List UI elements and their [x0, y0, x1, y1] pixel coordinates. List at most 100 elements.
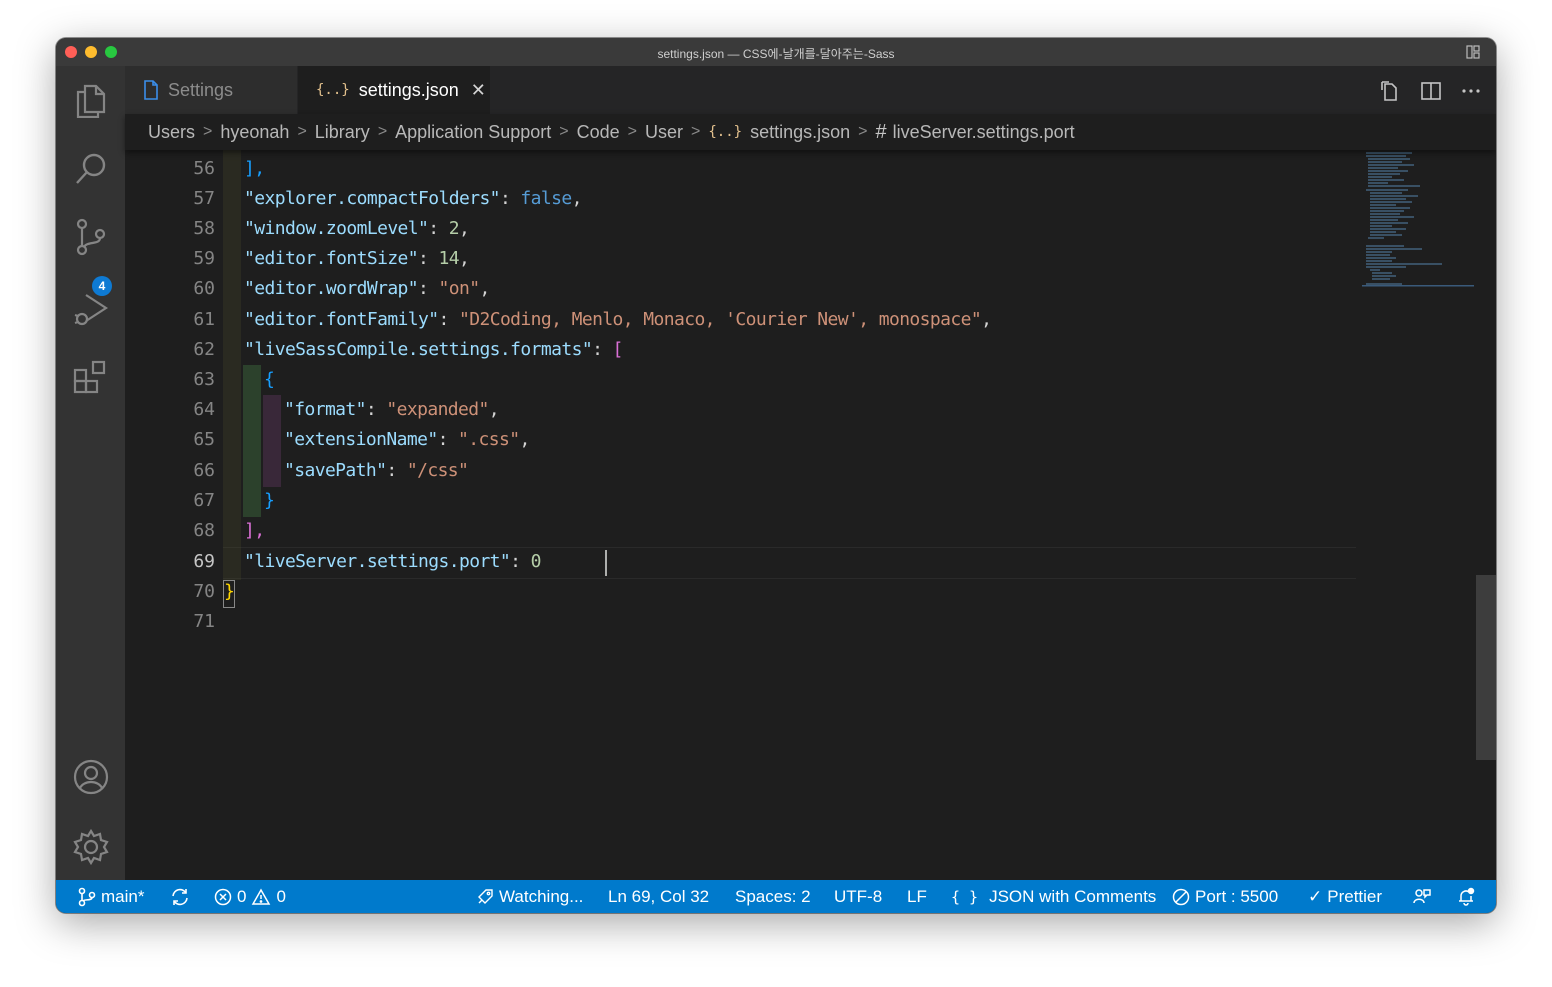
explorer-icon[interactable] [70, 78, 112, 120]
chevron-right-icon: > [297, 123, 307, 140]
watching-label: Watching... [499, 886, 584, 906]
chevron-right-icon: > [691, 123, 701, 140]
vertical-scrollbar[interactable] [1476, 150, 1496, 880]
line-number: 67 [193, 490, 215, 511]
chevron-right-icon: > [559, 123, 569, 140]
code-line: "window.zoomLevel": 2, [244, 218, 470, 239]
line-number: 68 [193, 520, 215, 541]
braces-icon: { } [951, 887, 979, 906]
tab-bar: Settings {..} settings.json ✕ [125, 66, 1496, 114]
encoding-status[interactable]: UTF-8 [834, 880, 882, 913]
run-and-debug-icon[interactable] [70, 288, 112, 330]
status-bar: main* 0 0 Watching... Ln 69, Col 32 Spac… [56, 880, 1496, 913]
code-line: "editor.wordWrap": "on", [244, 278, 490, 299]
json-file-icon: {..} [316, 82, 350, 98]
warning-count: 0 [276, 886, 286, 906]
activity-bar: 4 [56, 66, 125, 880]
split-editor-icon[interactable] [1420, 80, 1442, 107]
code-line: "liveSassCompile.settings.formats": [ [244, 339, 623, 360]
number-symbol-icon: # [875, 120, 887, 143]
line-number: 66 [193, 460, 215, 481]
line-number: 71 [193, 611, 215, 632]
source-control-icon[interactable] [70, 216, 112, 258]
indent-guide [223, 150, 241, 580]
notifications-bell-icon[interactable] [1456, 880, 1476, 913]
code-editor[interactable]: 56 57 58 59 60 61 62 63 64 65 66 67 68 6… [125, 150, 1496, 880]
extensions-icon[interactable] [70, 356, 112, 398]
text-cursor [605, 550, 607, 576]
line-number: 59 [193, 248, 215, 269]
chevron-right-icon: > [858, 123, 868, 140]
code-line: "editor.fontFamily": "D2Coding, Menlo, M… [244, 309, 992, 330]
breadcrumb-item[interactable]: Library [315, 122, 370, 143]
prettier-status[interactable]: ✓ Prettier [1308, 880, 1382, 913]
manage-gear-icon[interactable] [70, 826, 112, 868]
code-line: ], [244, 158, 265, 179]
breadcrumb-item[interactable]: Users [148, 122, 195, 143]
code-line: "savePath": "/css" [284, 460, 469, 481]
breadcrumb-symbol[interactable]: liveServer.settings.port [893, 122, 1075, 143]
line-number: 56 [193, 158, 215, 179]
code-line: "format": "expanded", [284, 399, 500, 420]
problems-status[interactable]: 0 0 [214, 880, 286, 913]
line-number: 61 [193, 309, 215, 330]
open-settings-ui-icon[interactable] [1380, 80, 1402, 107]
code-line: "explorer.compactFolders": false, [244, 188, 582, 209]
prettier-label: Prettier [1327, 886, 1383, 906]
eol-status[interactable]: LF [907, 880, 927, 913]
code-line-current: "liveServer.settings.port": 0 [244, 551, 542, 572]
feedback-icon[interactable] [1412, 880, 1432, 913]
customize-layout-icon[interactable] [1466, 45, 1480, 64]
minimap[interactable] [1362, 150, 1474, 290]
breadcrumb-item[interactable]: hyeonah [220, 122, 289, 143]
editor-actions [1380, 80, 1482, 107]
search-icon[interactable] [70, 148, 112, 190]
chevron-right-icon: > [377, 123, 388, 140]
error-count: 0 [237, 886, 247, 906]
port-label: Port : 5500 [1195, 886, 1279, 906]
tab-settings-json[interactable]: {..} settings.json ✕ [298, 66, 490, 114]
branch-name: main* [101, 886, 145, 906]
code-line: { [264, 369, 275, 390]
watching-status[interactable]: Watching... [476, 880, 583, 913]
chevron-right-icon: > [627, 123, 637, 140]
indent-guide [243, 365, 261, 517]
breadcrumb-file[interactable]: settings.json [750, 122, 850, 143]
breadcrumb-item[interactable]: Application Support [395, 122, 551, 143]
indent-guide [263, 395, 281, 487]
check-icon: ✓ [1308, 886, 1323, 906]
title-bar: settings.json — CSS에-날개를-달아주는-Sass [56, 38, 1496, 67]
line-number-current: 69 [193, 551, 215, 572]
close-tab-icon[interactable]: ✕ [471, 80, 486, 101]
line-number: 65 [193, 429, 215, 450]
code-line: ], [244, 520, 265, 541]
line-number: 64 [193, 399, 215, 420]
breadcrumb-item[interactable]: User [645, 122, 683, 143]
scrollbar-thumb[interactable] [1476, 575, 1496, 760]
line-number: 70 [193, 581, 215, 602]
indentation-status[interactable]: Spaces: 2 [735, 880, 811, 913]
line-number: 63 [193, 369, 215, 390]
breadcrumb-item[interactable]: Code [577, 122, 620, 143]
live-server-port[interactable]: Port : 5500 [1172, 880, 1278, 913]
code-line: } [224, 581, 235, 602]
tab-settings[interactable]: Settings [125, 66, 297, 114]
json-file-icon: {..} [708, 124, 743, 140]
chevron-right-icon: > [203, 123, 213, 140]
window-title: settings.json — CSS에-날개를-달아주는-Sass [657, 47, 895, 61]
line-number: 62 [193, 339, 215, 360]
language-mode[interactable]: { } JSON with Comments [951, 880, 1156, 913]
accounts-icon[interactable] [70, 756, 112, 798]
file-icon [143, 80, 159, 100]
sync-icon[interactable] [170, 880, 190, 913]
code-line: "extensionName": ".css", [284, 429, 530, 450]
language-label: JSON with Comments [989, 886, 1157, 906]
cursor-position[interactable]: Ln 69, Col 32 [608, 880, 709, 913]
vscode-window: settings.json — CSS에-날개를-달아주는-Sass 4 Set… [56, 38, 1496, 913]
breadcrumb: Users > hyeonah > Library > Application … [125, 114, 1496, 150]
line-number: 58 [193, 218, 215, 239]
tab-settings-json-label: settings.json [358, 79, 459, 100]
more-actions-icon[interactable] [1460, 80, 1482, 107]
branch-status[interactable]: main* [78, 880, 144, 913]
line-number: 60 [193, 278, 215, 299]
